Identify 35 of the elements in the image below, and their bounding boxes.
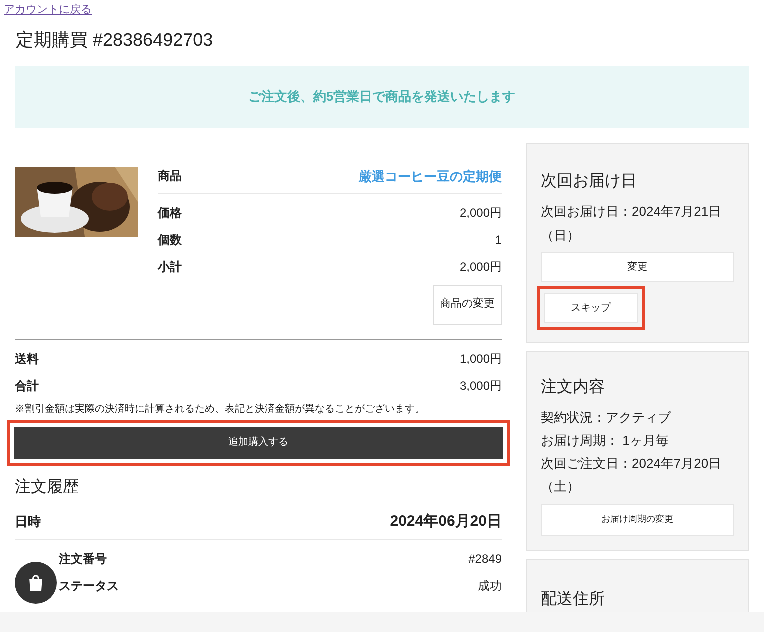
total-label: 送料 <box>15 351 39 368</box>
row-value: 成功 <box>478 578 502 595</box>
change-cycle-button[interactable]: お届け周期の変更 <box>541 504 734 536</box>
panel-title: 注文内容 <box>541 378 606 398</box>
panel-title: 配送住所 <box>541 590 606 610</box>
row-label: 価格 <box>158 205 182 222</box>
purchase-button[interactable]: 追加購入する <box>14 426 503 458</box>
total-value: 1,000円 <box>460 351 502 368</box>
page-title: 定期購買 #28386492703 <box>15 29 214 52</box>
row-label: 日時 <box>15 513 41 532</box>
detail-line: お届け周期： 1ヶ月毎 <box>541 432 670 450</box>
change-product-button[interactable]: 商品の変更 <box>433 284 502 324</box>
row-value: 2,000円 <box>460 205 502 222</box>
total-value: 3,000円 <box>460 378 502 395</box>
order-date: 2024年06月20日 <box>390 512 502 532</box>
back-link[interactable]: アカウントに戻る <box>0 0 764 20</box>
row-label: 個数 <box>158 232 182 249</box>
delivery-button[interactable]: 変更 <box>541 252 734 282</box>
next-delivery-text: 次回お届け日：2024年7月21日（日） <box>541 203 723 245</box>
row-value: 2,000円 <box>460 259 502 276</box>
notice-text: ご注文後、約5営業日で商品を発送いたします <box>248 88 516 106</box>
row-value: #2849 <box>468 551 502 568</box>
panel-title: 次回お届け日 <box>541 172 638 192</box>
row-value: 1 <box>495 232 502 249</box>
shopping-bag-icon[interactable] <box>15 562 57 604</box>
total-label: 合計 <box>15 378 39 395</box>
row-label: 注文番号 <box>59 551 107 568</box>
row-label: 商品 <box>158 168 182 185</box>
delivery-button[interactable]: スキップ <box>544 293 638 323</box>
discount-note: ※割引金額は実際の決済時に計算されるため、表記と決済金額が異なることがございます。 <box>15 402 426 416</box>
row-label: ステータス <box>59 578 119 595</box>
detail-line: 次回ご注文日：2024年7月20日（土） <box>541 455 723 496</box>
row-label: 小計 <box>158 259 182 276</box>
detail-line: 契約状況：アクティブ <box>541 409 672 427</box>
section-title: 注文履歴 <box>15 478 80 498</box>
